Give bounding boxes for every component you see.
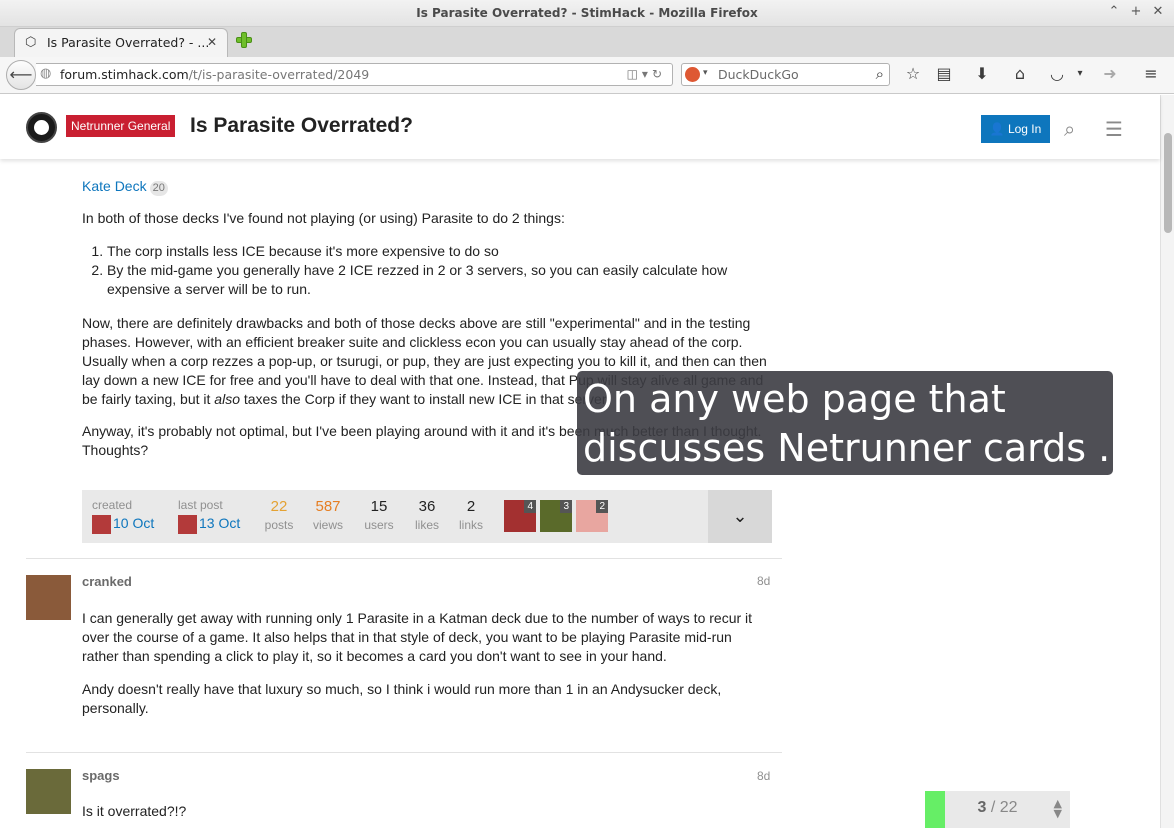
list-item: By the mid-game you generally have 2 ICE… — [107, 261, 772, 299]
links-stat: 2 links — [458, 498, 483, 532]
scrollbar-thumb[interactable] — [1164, 133, 1172, 233]
participant-avatar[interactable]: 3 — [540, 500, 572, 532]
kate-deck-link[interactable]: Kate Deck — [82, 178, 147, 194]
navigation-toolbar: ⟵ ◍ forum.stimhack.com/t/is-parasite-ove… — [0, 57, 1174, 94]
post-username[interactable]: spags — [82, 768, 120, 783]
list-item: The corp installs less ICE because it's … — [107, 242, 772, 261]
post-paragraph: Is it overrated?!? — [82, 803, 187, 819]
search-icon[interactable]: ⌕ — [1064, 117, 1075, 141]
site-header: Netrunner General Is Parasite Overrated?… — [0, 95, 1160, 159]
caption-line: On any web page that — [583, 377, 1006, 421]
download-icon[interactable]: ⬇ — [972, 64, 992, 83]
chevron-down-icon: ⌄ — [732, 506, 748, 526]
created-info: created 10 Oct — [92, 498, 154, 534]
window-titlebar: Is Parasite Overrated? - StimHack - Mozi… — [0, 0, 1174, 27]
post-list: The corp installs less ICE because it's … — [82, 242, 772, 299]
avatar — [178, 515, 197, 534]
post-paragraph: In both of those decks I've found not pl… — [82, 210, 565, 226]
stimhack-logo[interactable] — [26, 112, 57, 143]
close-window-icon[interactable]: ✕ — [1150, 4, 1166, 19]
search-engine-dropdown-icon[interactable]: ▾ — [703, 68, 708, 78]
back-button[interactable]: ⟵ — [6, 60, 36, 90]
link-click-count: 20 — [149, 181, 168, 196]
topic-summary: created 10 Oct last post 13 Oct 22 posts … — [82, 490, 772, 543]
caption-line: discusses Netrunner cards ... — [583, 426, 1135, 470]
pocket-save-icon[interactable]: ◡ — [1047, 64, 1067, 83]
duckduckgo-icon[interactable] — [685, 67, 700, 82]
web-page: Netrunner General Is Parasite Overrated?… — [0, 95, 1174, 828]
home-icon[interactable]: ⌂ — [1010, 64, 1030, 83]
progress-text: 3 / 22 — [977, 799, 1018, 816]
divider — [26, 752, 782, 753]
topic-progress[interactable]: 3 / 22 ▲ ▼ — [925, 791, 1070, 828]
hamburger-menu-icon[interactable]: ☰ — [1105, 117, 1123, 141]
avatar[interactable] — [26, 575, 71, 620]
tab-label: Is Parasite Overrated? - ... — [47, 35, 210, 50]
tab-active[interactable]: ⬡ Is Parasite Overrated? - ... ✕ — [14, 28, 228, 57]
search-placeholder: DuckDuckGo — [718, 67, 799, 82]
divider — [26, 558, 782, 559]
likes-stat: 36 likes — [414, 498, 439, 532]
avatar — [92, 515, 111, 534]
forward-circle-icon[interactable]: ➜ — [1100, 64, 1120, 83]
jump-arrows-icon[interactable]: ▲ ▼ — [1054, 798, 1062, 819]
post-age[interactable]: 8d — [757, 769, 770, 783]
page-scrollbar[interactable] — [1160, 95, 1174, 828]
views-stat: 587 views — [312, 498, 343, 532]
maximize-icon[interactable]: + — [1128, 4, 1144, 19]
window-title: Is Parasite Overrated? - StimHack - Mozi… — [416, 6, 758, 20]
search-bar[interactable]: ▾ DuckDuckGo ⌕ — [681, 63, 890, 86]
url-actions[interactable]: ◫▾↻ — [627, 67, 666, 81]
post-age[interactable]: 8d — [757, 574, 770, 588]
login-button[interactable]: 👤 Log In — [981, 115, 1050, 143]
bookmark-star-icon[interactable]: ☆ — [903, 64, 923, 83]
kate-deck-line: Kate Deck 20 — [82, 177, 772, 196]
participant-avatar[interactable]: 4 — [504, 500, 536, 532]
expand-summary-button[interactable]: ⌄ — [708, 490, 772, 543]
topic-title[interactable]: Is Parasite Overrated? — [190, 114, 413, 138]
globe-icon: ◍ — [40, 66, 52, 81]
user-icon: 👤 — [989, 122, 1005, 136]
new-tab-icon[interactable] — [234, 30, 254, 50]
caption-overlay: On any web page that discusses Netrunner… — [577, 371, 1135, 475]
dropdown-icon: ▾ — [641, 67, 652, 81]
pocket-icon: ◫ — [626, 67, 642, 81]
minimize-icon[interactable]: ⌃ — [1106, 4, 1122, 19]
tab-strip: ⬡ Is Parasite Overrated? - ... ✕ — [0, 27, 1174, 57]
url-text[interactable]: forum.stimhack.com/t/is-parasite-overrat… — [60, 67, 369, 82]
tab-favicon-icon: ⬡ — [25, 35, 37, 50]
post-paragraph: Andy doesn't really have that luxury so … — [82, 681, 722, 716]
users-stat: 15 users — [364, 498, 394, 532]
pocket-dropdown-icon[interactable]: ▾ — [1070, 68, 1090, 79]
tab-close-icon[interactable]: ✕ — [207, 35, 217, 49]
category-badge[interactable]: Netrunner General — [66, 115, 176, 137]
posts-stat: 22 posts — [264, 498, 294, 532]
reading-list-icon[interactable]: ▤ — [934, 64, 954, 83]
post-username[interactable]: cranked — [82, 574, 132, 589]
url-bar[interactable]: ◍ forum.stimhack.com/t/is-parasite-overr… — [36, 63, 673, 86]
search-icon[interactable]: ⌕ — [876, 65, 884, 83]
reload-icon: ↻ — [651, 67, 666, 81]
last-post-info: last post 13 Oct — [178, 498, 240, 534]
participant-avatar[interactable]: 2 — [576, 500, 608, 532]
menu-icon[interactable]: ≡ — [1141, 64, 1161, 83]
avatar[interactable] — [26, 769, 71, 814]
post-paragraph: I can generally get away with running on… — [82, 610, 753, 664]
